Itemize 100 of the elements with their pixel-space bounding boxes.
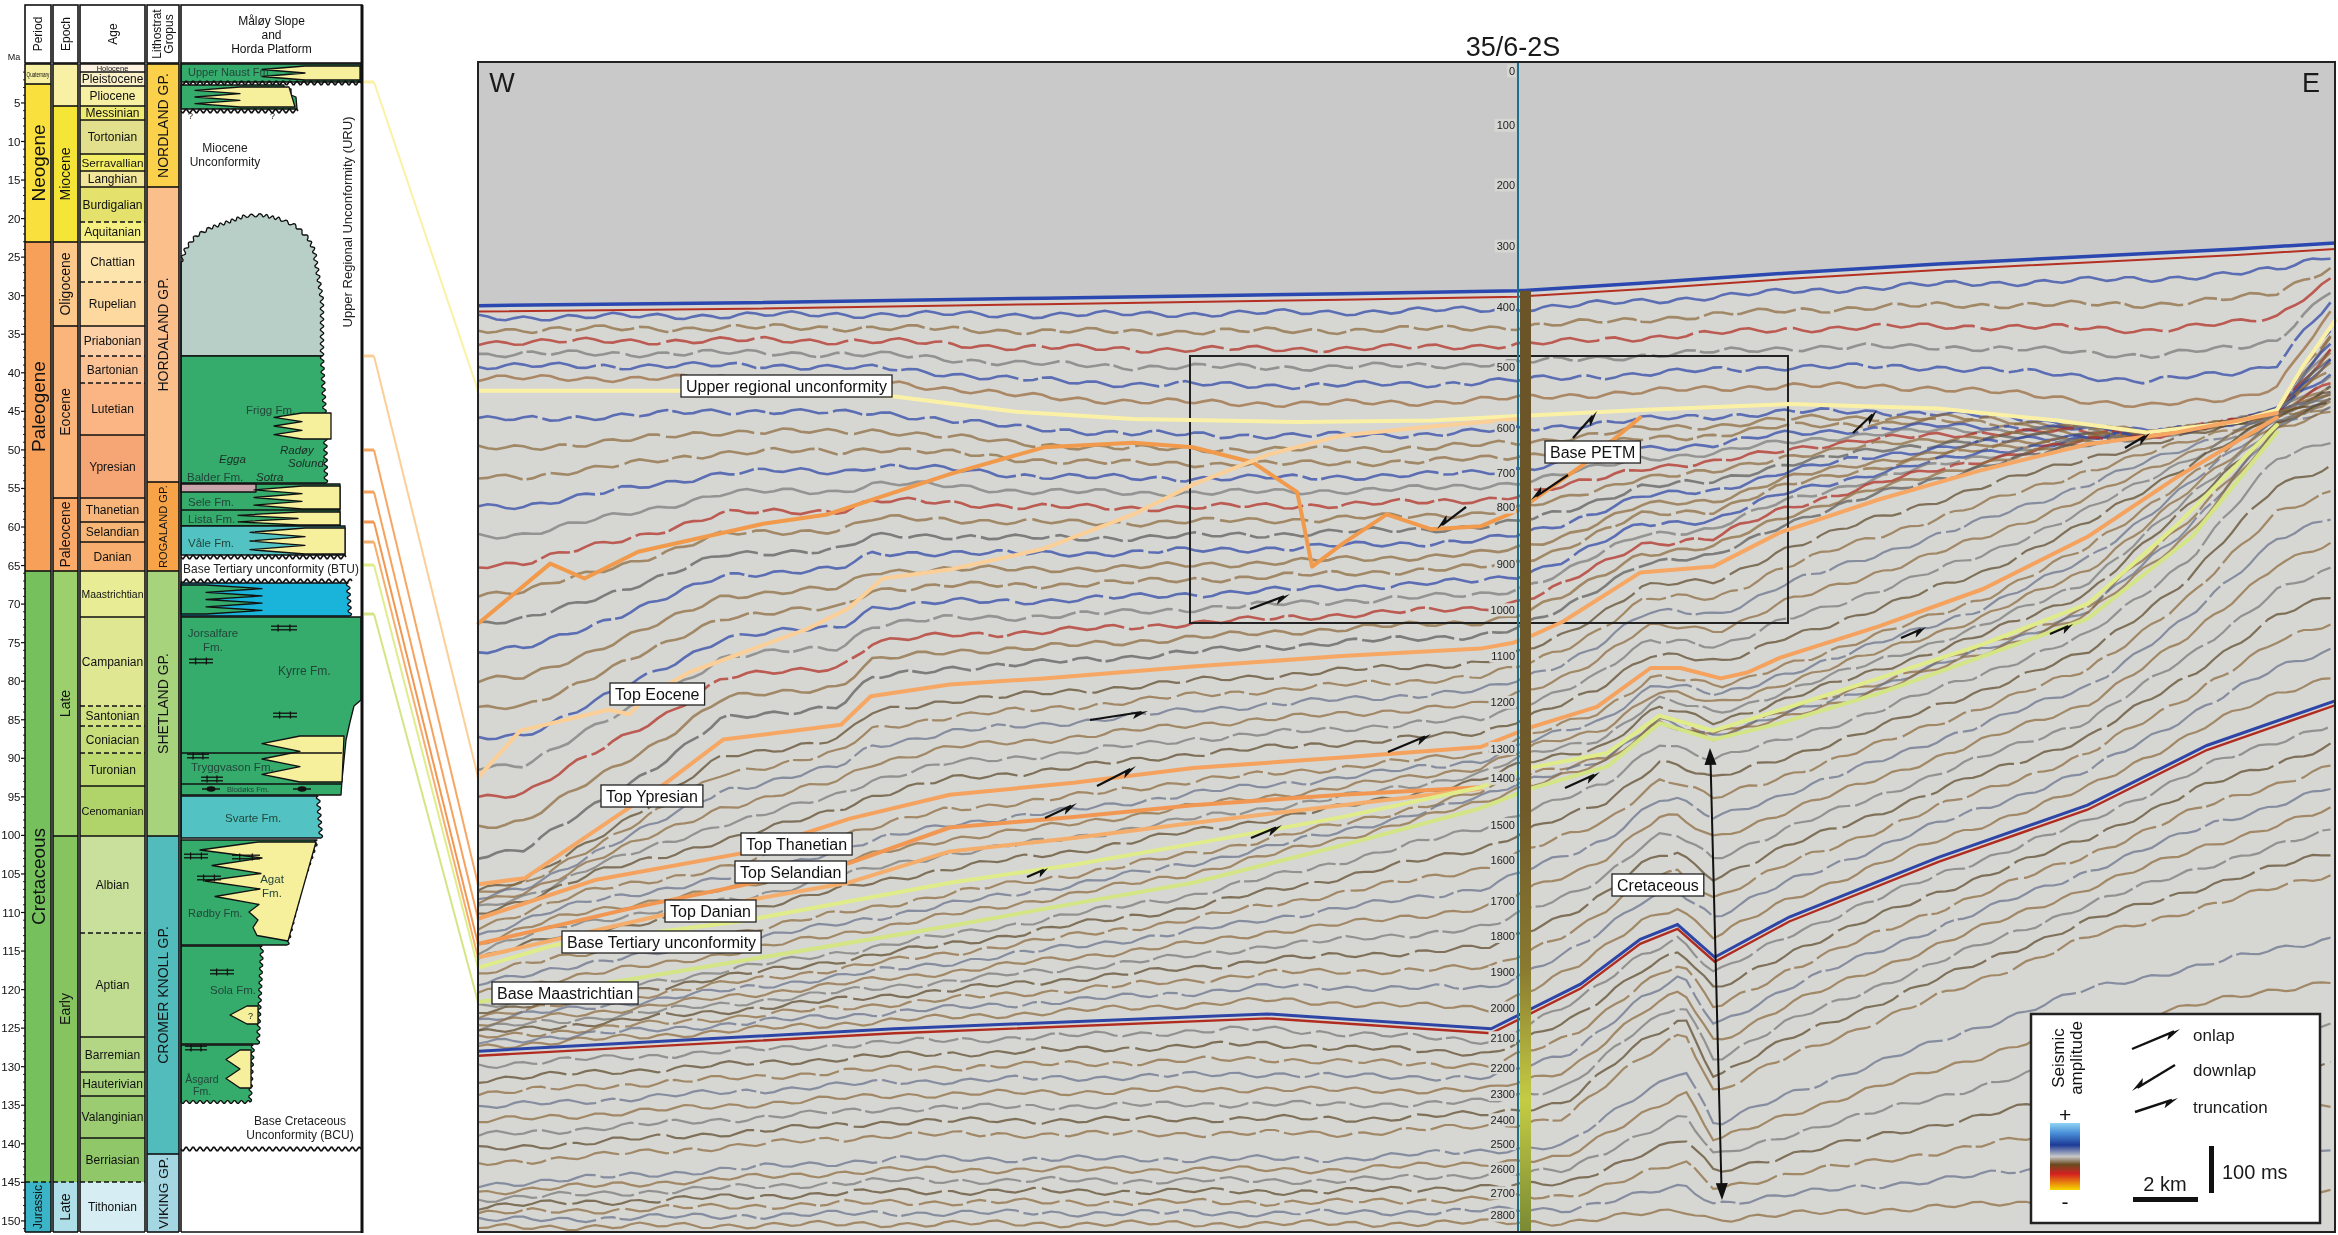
ma-tick-label: 130 xyxy=(1,1060,21,1073)
ma-tick-label: 55 xyxy=(7,482,21,495)
unconformity-name: Upper Regional Unconformity (URU) xyxy=(339,116,355,328)
sand-wedge xyxy=(229,1005,259,1025)
age-name: Barremian xyxy=(84,1047,141,1062)
age-name: Santonian xyxy=(85,709,140,724)
age-name: Tortonian xyxy=(87,130,138,145)
ma-tick-label: 80 xyxy=(7,675,21,688)
question-mark: ? xyxy=(270,111,275,121)
legend-label: truncation xyxy=(2193,1098,2268,1117)
ma-tick-label: 75 xyxy=(7,636,21,649)
age-name: Tithonian xyxy=(88,1200,137,1215)
legend-label: downlap xyxy=(2193,1061,2257,1080)
time-label: 2000 xyxy=(1488,1001,1516,1015)
scale-label: 100 ms xyxy=(2222,1161,2288,1183)
sand-unit-name: Egga xyxy=(219,453,246,465)
half-arrow-icon xyxy=(2049,624,2073,635)
horizon-label: Upper regional unconformity xyxy=(680,374,893,398)
ma-tick-label: 70 xyxy=(7,598,21,611)
epoch-name: Late xyxy=(57,1193,74,1221)
ma-tick-label: 60 xyxy=(7,521,21,533)
unconformity-name: Base Cretaceous Unconformity (BCU) xyxy=(246,1114,354,1143)
half-arrow-icon xyxy=(2124,433,2150,449)
formation-name: Våle Fm. xyxy=(188,537,234,549)
epoch-name: Eocene xyxy=(57,388,74,436)
time-label: 2100 xyxy=(1488,1031,1516,1045)
ma-tick-label: 40 xyxy=(7,366,21,379)
half-arrow-icon xyxy=(1026,868,1048,878)
time-label: 1000 xyxy=(1488,603,1516,617)
ma-tick-label: 15 xyxy=(7,174,21,187)
period-name: Cretaceous xyxy=(27,827,49,926)
time-label: 700 xyxy=(1494,466,1516,480)
age-name: Valanginian xyxy=(81,1110,144,1125)
age-name: Maastrichtian xyxy=(81,588,144,600)
formation-name: Jorsalfare Fm. xyxy=(187,627,239,653)
age-name: Turonian xyxy=(89,762,136,777)
question-mark: ? xyxy=(188,111,193,121)
period-name: Paleogene xyxy=(27,361,49,452)
period-name: Neogene xyxy=(27,124,49,202)
time-label: 500 xyxy=(1494,360,1516,374)
direction-label: E xyxy=(2302,68,2320,99)
formation-name: Upper Naust Fm. xyxy=(188,66,272,78)
direction-label: W xyxy=(489,68,515,99)
time-label: 2500 xyxy=(1488,1137,1516,1151)
time-label: 200 xyxy=(1494,178,1516,192)
ma-tick-label: 110 xyxy=(2,906,21,919)
formation-name: Kyrre Fm. xyxy=(278,664,331,678)
sand-wedge xyxy=(225,1049,252,1089)
half-arrow-icon xyxy=(2131,1029,2180,1051)
amplitude-color-bar xyxy=(2050,1123,2080,1190)
half-arrow-icon xyxy=(1089,710,1148,722)
formation-name: Svarte Fm. xyxy=(225,812,282,824)
column-header: Period xyxy=(31,16,46,52)
stringer-icon xyxy=(184,1043,208,1053)
half-arrow-icon xyxy=(2134,1098,2178,1114)
ma-tick-label: 45 xyxy=(7,405,21,418)
time-label: 900 xyxy=(1494,557,1516,571)
ma-tick-label: 25 xyxy=(7,251,21,264)
formation-name: Tryggvason Fm. xyxy=(191,761,274,773)
age-name: Pleistocene xyxy=(81,72,144,87)
ma-tick-label: 100 xyxy=(1,829,21,842)
ma-tick-label: 150 xyxy=(1,1214,21,1227)
sand-unit-name: Radøy xyxy=(280,444,314,456)
ma-tick-label: 90 xyxy=(7,752,21,765)
half-arrow-icon xyxy=(1249,594,1290,611)
formation-name: Balder Fm. xyxy=(187,471,244,483)
column-header: Måløy Slope and Horda Platform xyxy=(231,14,312,57)
ma-tick-label: 115 xyxy=(2,945,21,958)
age-name: Albian xyxy=(95,877,130,892)
age-name: Danian xyxy=(93,549,132,564)
half-arrow-icon xyxy=(1437,506,1467,529)
epoch-name: Oligocene xyxy=(57,252,74,316)
stringer-icon xyxy=(231,852,261,862)
time-label: 1700 xyxy=(1488,894,1516,908)
formation-name: Frigg Fm. xyxy=(246,404,296,416)
period-name: Jurassic xyxy=(31,1185,46,1229)
ma-tick-label: 85 xyxy=(7,713,21,726)
formation-name: Sola Fm. xyxy=(210,984,256,996)
age-name: Burdigalian xyxy=(82,197,143,212)
age-name: Messinian xyxy=(85,106,140,121)
ma-tick-label: 30 xyxy=(7,289,21,302)
group-name: SHETLAND GP. xyxy=(154,653,171,754)
horizon-label: Base Tertiary unconformity xyxy=(561,930,762,954)
unconformity-name: Miocene Unconformity xyxy=(189,141,261,170)
time-label: 1300 xyxy=(1488,742,1516,755)
ma-tick-label: 140 xyxy=(1,1137,21,1150)
stringer-icon xyxy=(188,656,214,666)
half-arrow-icon xyxy=(1900,627,1926,639)
age-name: Aptian xyxy=(95,978,130,993)
ma-tick-label: 135 xyxy=(1,1099,21,1112)
group-name: CROMER KNOLL GP. xyxy=(154,926,171,1064)
ma-tick-label: 50 xyxy=(7,443,21,456)
ma-tick-label: 35 xyxy=(7,328,21,341)
formation-name: Rødby Fm. xyxy=(188,907,243,919)
epoch-name: Late xyxy=(57,689,74,718)
amplitude-max-sign: + xyxy=(2058,1103,2072,1127)
column-header: Epoch xyxy=(58,17,73,51)
age-name: Selandian xyxy=(85,525,140,540)
ma-tick-label: 120 xyxy=(1,983,21,996)
age-name: Bartonian xyxy=(86,362,139,377)
